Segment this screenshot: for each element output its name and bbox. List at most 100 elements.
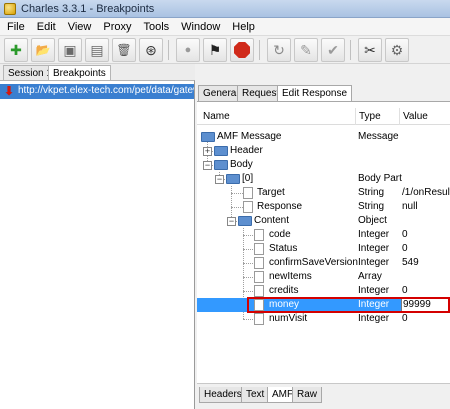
edit-icon: ✎ — [300, 42, 312, 58]
collapse-icon[interactable]: − — [215, 175, 224, 184]
tab-raw[interactable]: Raw — [292, 387, 323, 403]
node-type: Integer — [358, 285, 390, 296]
tree-row[interactable]: + Header — [197, 144, 450, 158]
node-name: money — [269, 299, 300, 310]
toolbar: ✚ 📂 ▣ ▤ 🗑 ⊛ ● ⚑ ↻ ✎ ✔ ✂ ⚙ — [0, 36, 450, 64]
toolbar-separator — [168, 40, 169, 60]
open-session-button[interactable]: 📂 — [31, 38, 55, 62]
node-name: newItems — [269, 271, 312, 282]
expand-icon[interactable]: + — [203, 147, 212, 156]
save-session-icon: ▤ — [90, 42, 104, 58]
folder-icon — [214, 146, 228, 156]
folder-icon — [201, 132, 215, 142]
save-session-button[interactable]: ▤ — [85, 38, 109, 62]
throttle-icon: ⚑ — [208, 42, 222, 58]
column-divider[interactable] — [355, 108, 356, 125]
tools-icon: ✂ — [364, 42, 376, 58]
request-list-item[interactable]: ⬇ http://vkpet.elex-tech.com/pet/data/ga… — [0, 84, 194, 99]
edit-button[interactable]: ✎ — [294, 38, 318, 62]
tree-row[interactable]: − Content Object — [197, 214, 450, 228]
session-structure-pane: ⬇ http://vkpet.elex-tech.com/pet/data/ga… — [0, 80, 195, 409]
node-name: credits — [269, 285, 299, 296]
menu-bar: File Edit View Proxy Tools Window Help — [0, 18, 450, 36]
column-header-value[interactable]: Value — [403, 111, 428, 122]
close-session-button[interactable]: ▣ — [58, 38, 82, 62]
value-edit-field[interactable]: 99999 — [401, 298, 450, 312]
tree-row[interactable]: newItems Array — [197, 270, 450, 284]
tab-edit-response[interactable]: Edit Response — [277, 85, 353, 101]
menu-help[interactable]: Help — [225, 18, 260, 35]
node-value: 0 — [402, 243, 408, 254]
close-session-icon: ▣ — [63, 42, 77, 58]
tab-headers[interactable]: Headers — [199, 387, 247, 403]
node-type: Integer — [358, 257, 390, 268]
throttle-button[interactable]: ⚑ — [203, 38, 227, 62]
file-icon — [243, 201, 253, 213]
menu-edit[interactable]: Edit — [30, 18, 61, 35]
find-icon: ⊛ — [145, 42, 157, 58]
column-divider[interactable] — [399, 108, 400, 125]
repeat-icon: ↻ — [273, 42, 285, 58]
tree-row[interactable]: Status Integer 0 — [197, 242, 450, 256]
node-value: 0 — [402, 313, 408, 324]
file-icon — [254, 285, 264, 297]
node-value: 549 — [402, 257, 419, 268]
breakpoints-button[interactable] — [230, 38, 254, 62]
tree-row[interactable]: Target String /1/onResult — [197, 186, 450, 200]
tree-row[interactable]: − [0] Body Part — [197, 172, 450, 186]
tree-row[interactable]: Response String null — [197, 200, 450, 214]
column-header-name[interactable]: Name — [203, 111, 230, 122]
record-button[interactable]: ● — [176, 38, 200, 62]
settings-button[interactable]: ⚙ — [385, 38, 409, 62]
node-name: Status — [269, 243, 298, 254]
node-type: Integer — [358, 299, 390, 310]
node-name: confirmSaveVersion — [269, 257, 358, 268]
menu-window[interactable]: Window — [174, 18, 225, 35]
session-tabs: Session 1 Breakpoints — [0, 64, 195, 80]
folder-icon — [214, 160, 228, 170]
folder-icon — [238, 216, 252, 226]
menu-tools[interactable]: Tools — [136, 18, 174, 35]
tree-row[interactable]: − Body — [197, 158, 450, 172]
menu-view[interactable]: View — [61, 18, 97, 35]
clear-session-button[interactable]: 🗑 — [112, 38, 136, 62]
tree-row-selected[interactable]: money Integer 99999 — [197, 298, 450, 312]
toolbar-separator — [259, 40, 260, 60]
node-name: [0] — [242, 173, 254, 184]
column-header-type[interactable]: Type — [359, 111, 381, 122]
find-button[interactable]: ⊛ — [139, 38, 163, 62]
node-type: Integer — [358, 313, 390, 324]
node-name: Response — [257, 201, 303, 212]
menu-file[interactable]: File — [0, 18, 30, 35]
record-icon: ● — [184, 43, 192, 56]
validate-button[interactable]: ✔ — [321, 38, 345, 62]
node-name: Header — [230, 145, 263, 156]
tree-row[interactable]: credits Integer 0 — [197, 284, 450, 298]
settings-icon: ⚙ — [390, 42, 404, 58]
new-session-button[interactable]: ✚ — [4, 38, 28, 62]
charles-app-icon — [4, 3, 16, 15]
breakpoints-icon — [234, 42, 250, 58]
collapse-icon[interactable]: − — [227, 217, 236, 226]
node-type: Integer — [358, 243, 390, 254]
node-type: String — [358, 201, 385, 212]
new-session-icon: ✚ — [10, 42, 22, 58]
node-value: /1/onResult — [402, 187, 450, 198]
tab-text[interactable]: Text — [241, 387, 270, 403]
collapse-icon[interactable]: − — [203, 161, 212, 170]
node-name: numVisit — [269, 313, 308, 324]
tab-breakpoints[interactable]: Breakpoints — [48, 65, 111, 80]
tree-row[interactable]: code Integer 0 — [197, 228, 450, 242]
menu-proxy[interactable]: Proxy — [96, 18, 136, 35]
file-icon — [254, 299, 264, 311]
node-name: AMF Message — [217, 131, 282, 142]
tree-row[interactable]: confirmSaveVersion Integer 549 — [197, 256, 450, 270]
tree-row[interactable]: AMF Message Message — [197, 130, 450, 144]
folder-icon — [226, 174, 240, 184]
file-icon — [254, 243, 264, 255]
tree-row[interactable]: numVisit Integer 0 — [197, 312, 450, 326]
repeat-button[interactable]: ↻ — [267, 38, 291, 62]
node-type: String — [358, 187, 385, 198]
amf-tree-table: Name Type Value AMF Message Message + He… — [197, 101, 450, 383]
tools-button[interactable]: ✂ — [358, 38, 382, 62]
